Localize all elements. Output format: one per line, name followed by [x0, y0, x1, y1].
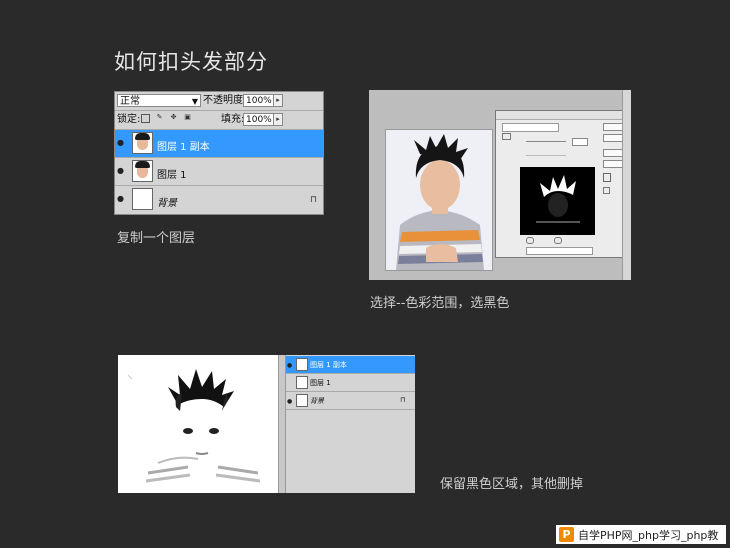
eyedropper-icon[interactable]: [603, 173, 611, 182]
fill-slider-button[interactable]: ▸: [273, 113, 283, 126]
image-radio[interactable]: [554, 237, 562, 244]
watermark-text: 自学PHP网_php学习_php教: [578, 529, 719, 542]
layer-thumbnail: [296, 394, 308, 407]
lock-transparent-icon[interactable]: [141, 114, 150, 123]
layer-thumbnail: [296, 376, 308, 389]
eye-icon[interactable]: ●: [287, 362, 292, 369]
eyedropper-plus-icon[interactable]: [611, 173, 617, 180]
selection-radio[interactable]: [526, 237, 534, 244]
layers-palette: 正常 ▼ 不透明度: 100% ▸ 锁定: ✎ ✥ ▣ 填充: 100% ▸ ●…: [114, 91, 324, 215]
blend-mode-select[interactable]: 正常 ▼: [117, 94, 201, 107]
step1-caption: 复制一个图层: [117, 231, 196, 246]
fill-label: 填充:: [221, 114, 245, 125]
lock-icon: ⊓: [309, 195, 317, 205]
opacity-slider-button[interactable]: ▸: [273, 94, 283, 107]
lock-label: 锁定:: [117, 114, 141, 125]
layer-name: 图层 1: [310, 379, 331, 387]
color-range-dialog: [495, 110, 629, 258]
layer-row-background[interactable]: ● 背景 ⊓: [286, 392, 415, 410]
layer-row-1[interactable]: ● 图层 1: [115, 158, 323, 186]
eye-icon[interactable]: ●: [287, 398, 292, 405]
fuzziness-slider[interactable]: [526, 141, 566, 142]
portrait-photo: [385, 129, 493, 271]
lock-icon[interactable]: ▣: [183, 114, 192, 123]
color-range-screenshot: [369, 90, 631, 280]
watermark: P 自学PHP网_php学习_php教: [556, 525, 726, 544]
dialog-titlebar: [496, 111, 628, 120]
layer-thumbnail: [132, 160, 153, 182]
select-dropdown[interactable]: [502, 123, 559, 132]
eye-icon[interactable]: ●: [117, 195, 126, 203]
brush-icon[interactable]: ✎: [155, 114, 164, 123]
layer-thumbnail: [132, 132, 153, 154]
range-slider[interactable]: [526, 155, 566, 156]
canvas-scrollbar[interactable]: [278, 355, 286, 493]
layer-row-copy[interactable]: ● 图层 1 副本: [115, 130, 323, 158]
extracted-hair-canvas: [118, 355, 278, 493]
invert-checkbox[interactable]: [603, 187, 610, 194]
layer-row-background[interactable]: ● 背景 ⊓: [115, 186, 323, 214]
layers-palette-small: ● 图层 1 副本 图层 1 ● 背景 ⊓: [286, 355, 415, 493]
layer-name: 图层 1 副本: [310, 361, 347, 369]
layer-thumbnail: [132, 188, 153, 210]
chevron-down-icon: ▼: [191, 97, 198, 106]
layers-toolbar: 正常 ▼ 不透明度: 100% ▸: [115, 92, 323, 111]
step2-caption: 选择--色彩范围，选黑色: [370, 296, 510, 311]
selection-preview: [520, 167, 595, 235]
eye-icon[interactable]: ●: [117, 167, 126, 175]
layer-name: 图层 1: [157, 170, 187, 181]
opacity-label: 不透明度:: [203, 95, 247, 106]
layer-row-1[interactable]: 图层 1: [286, 374, 415, 392]
layer-name: 背景: [157, 198, 177, 209]
layer-row-copy[interactable]: ● 图层 1 副本: [286, 356, 415, 374]
lock-row: 锁定: ✎ ✥ ▣ 填充: 100% ▸: [115, 111, 323, 130]
blend-mode-value: 正常: [120, 96, 140, 107]
selection-preview-dropdown[interactable]: [526, 247, 593, 255]
localized-checkbox[interactable]: [502, 133, 511, 140]
layer-thumbnail: [296, 358, 308, 371]
fuzziness-input[interactable]: [572, 138, 588, 146]
php-logo-icon: P: [559, 527, 574, 542]
move-icon[interactable]: ✥: [169, 114, 178, 123]
scrollbar[interactable]: [622, 90, 631, 280]
step3-caption: 保留黑色区域，其他删掉: [440, 477, 584, 492]
layer-name: 图层 1 副本: [157, 142, 210, 153]
lock-icon: ⊓: [400, 396, 406, 404]
eye-icon[interactable]: ●: [117, 139, 126, 147]
page-title: 如何扣头发部分: [114, 50, 268, 74]
layer-name: 背景: [310, 397, 324, 405]
